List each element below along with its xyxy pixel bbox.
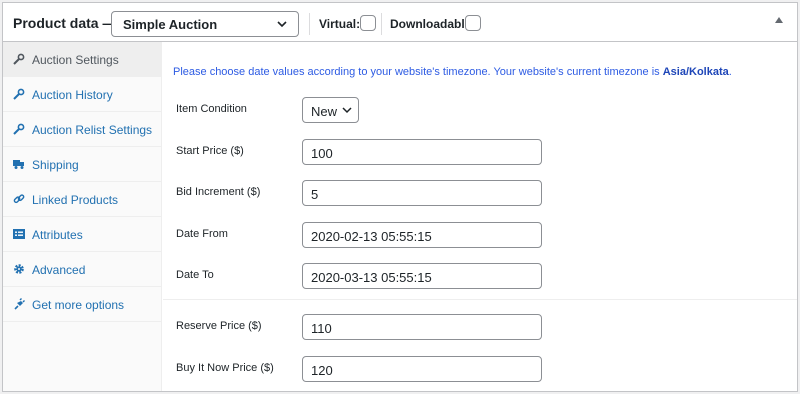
date-from-input[interactable]: 2020-02-13 05:55:15 [302,222,542,248]
virtual-label: Virtual: [319,17,361,31]
buy-it-now-price-input[interactable]: 120 [302,356,542,382]
item-condition-label: Item Condition [176,103,247,115]
tab-label: Auction Relist Settings [32,123,153,137]
notice-suffix: . [728,66,732,78]
tab-label: Auction Settings [32,53,119,67]
chevron-down-icon [342,107,352,114]
bid-increment-label: Bid Increment ($) [176,186,261,198]
reserve-price-label: Reserve Price ($) [176,320,262,332]
tab-auction-relist-settings[interactable]: Auction Relist Settings [3,112,162,147]
auction-settings-panel: Please choose date values according to y… [163,42,797,391]
tab-attributes[interactable]: Attributes [3,217,162,252]
date-from-label: Date From [176,228,228,240]
start-price-label: Start Price ($) [176,145,244,157]
wrench-icon [13,123,25,135]
tab-label: Auction History [32,88,113,102]
tab-label: Shipping [32,158,79,172]
product-type-select[interactable]: Simple Auction [111,11,299,37]
tab-advanced[interactable]: Advanced [3,252,162,287]
tab-get-more-options[interactable]: Get more options [3,287,162,322]
plugin-icon [13,298,25,310]
downloadable-label: Downloadable: [390,17,476,31]
tab-label: Attributes [32,228,83,242]
panel-header: Product data — Simple Auction Virtual: D… [3,3,797,42]
tab-label: Advanced [32,263,86,277]
header-separator [309,13,310,35]
tab-linked-products[interactable]: Linked Products [3,182,162,217]
date-to-input[interactable]: 2020-03-13 05:55:15 [302,263,542,289]
header-separator [381,13,382,35]
product-type-value: Simple Auction [123,17,218,32]
date-to-label: Date To [176,269,214,281]
gear-icon [13,263,25,275]
truck-icon [13,158,25,170]
item-condition-value: New [311,104,338,119]
tab-shipping[interactable]: Shipping [3,147,162,182]
item-condition-select[interactable]: New [302,97,359,123]
wrench-icon [13,88,25,100]
tab-label: Linked Products [32,193,119,207]
product-data-panel: Product data — Simple Auction Virtual: D… [2,2,798,392]
link-icon [13,193,25,205]
reserve-price-input[interactable]: 110 [302,314,542,340]
start-price-input[interactable]: 100 [302,139,542,165]
buy-it-now-price-label: Buy It Now Price ($) [176,362,274,374]
wrench-icon [13,53,25,65]
product-data-tabs: Auction Settings Auction History Auction… [3,42,162,391]
section-divider [163,299,797,300]
panel-title: Product data — [13,15,117,31]
tab-label: Get more options [32,298,125,312]
bid-increment-input[interactable]: 5 [302,180,542,206]
chevron-down-icon [277,21,287,28]
virtual-checkbox[interactable] [360,15,376,31]
list-icon [13,228,25,240]
timezone-notice: Please choose date values according to y… [173,66,732,78]
timezone-value: Asia/Kolkata [662,66,729,78]
tab-auction-settings[interactable]: Auction Settings [3,42,162,77]
downloadable-checkbox[interactable] [465,15,481,31]
notice-text: Please choose date values according to y… [173,66,663,78]
tab-auction-history[interactable]: Auction History [3,77,162,112]
collapse-toggle-icon[interactable] [775,17,783,23]
